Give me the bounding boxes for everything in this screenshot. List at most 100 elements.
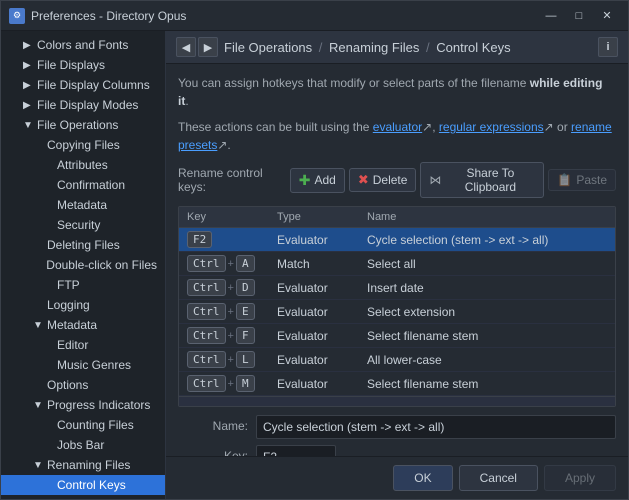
add-button[interactable]: ✚ Add: [290, 168, 345, 193]
ok-button[interactable]: OK: [393, 465, 452, 491]
sidebar-item-logging[interactable]: Logging: [1, 295, 165, 315]
close-button[interactable]: ✕: [594, 6, 620, 26]
paste-button[interactable]: 📋 Paste: [548, 169, 616, 191]
name-cell: Select filename stem: [359, 324, 615, 348]
sidebar-item-ftp[interactable]: FTP: [1, 275, 165, 295]
sidebar-item-double-click[interactable]: Double-click on Files: [1, 255, 165, 275]
name-row: Name:: [178, 415, 616, 439]
bottom-bar: OK Cancel Apply: [166, 456, 628, 499]
maximize-button[interactable]: □: [566, 6, 592, 26]
minimize-button[interactable]: —: [538, 6, 564, 26]
key-box: F: [236, 327, 255, 344]
sidebar-item-deleting-files[interactable]: Deleting Files: [1, 235, 165, 255]
type-cell: Evaluator: [269, 276, 359, 300]
panel-header: ◀ ▶ File Operations / Renaming Files / C…: [166, 31, 628, 64]
key-box: D: [236, 279, 255, 296]
sidebar-item-security[interactable]: Security: [1, 215, 165, 235]
breadcrumb-part1: File Operations: [224, 40, 312, 55]
add-icon: ✚: [299, 172, 311, 189]
key-cell: Ctrl + L: [179, 348, 269, 372]
table-row[interactable]: Ctrl + D Evaluator Insert date: [179, 276, 615, 300]
key-box: Ctrl: [187, 279, 226, 296]
sidebar-item-options[interactable]: Options: [1, 375, 165, 395]
table-row[interactable]: Ctrl + A Match Select all: [179, 252, 615, 276]
paste-icon: 📋: [557, 173, 572, 187]
table-row[interactable]: Ctrl + M Evaluator Select filename stem: [179, 372, 615, 396]
description-text1: You can assign hotkeys that modify or se…: [178, 74, 616, 110]
key-box: M: [236, 375, 255, 392]
key-label: Key:: [178, 445, 248, 456]
description-text2: These actions can be built using the eva…: [178, 118, 616, 154]
table-row[interactable]: Ctrl + E Evaluator Select extension: [179, 300, 615, 324]
sidebar-item-renaming-files[interactable]: ▼ Renaming Files: [1, 455, 165, 475]
sidebar-item-file-operations[interactable]: ▼ File Operations: [1, 115, 165, 135]
key-cell: F2: [179, 228, 269, 252]
key-badge: F2: [187, 231, 212, 248]
breadcrumb-sep2: /: [426, 40, 430, 55]
info-button[interactable]: i: [598, 37, 618, 57]
arrow-icon: ▼: [33, 400, 43, 411]
sidebar-item-editor[interactable]: Editor: [1, 335, 165, 355]
sidebar-item-copying-files[interactable]: Copying Files: [1, 135, 165, 155]
name-field: [256, 415, 616, 439]
arrow-icon: ▼: [23, 120, 33, 131]
nav-back-button[interactable]: ◀: [176, 37, 196, 57]
key-cell: Ctrl + M: [179, 372, 269, 396]
sidebar-item-colors-fonts[interactable]: ▶ Colors and Fonts: [1, 35, 165, 55]
key-badge: Ctrl + A: [187, 255, 255, 272]
type-cell: Evaluator: [269, 228, 359, 252]
cancel-button[interactable]: Cancel: [459, 465, 538, 491]
table-row[interactable]: F2 Evaluator Cycle selection (stem -> ex…: [179, 228, 615, 252]
sidebar-item-file-display-modes[interactable]: ▶ File Display Modes: [1, 95, 165, 115]
form-section: Name: Key: Type:: [178, 415, 616, 456]
key-badge: Ctrl + M: [187, 375, 255, 392]
type-cell: Evaluator: [269, 300, 359, 324]
sidebar-item-metadata[interactable]: Metadata: [1, 195, 165, 215]
table-row[interactable]: Ctrl + L Evaluator All lower-case: [179, 348, 615, 372]
key-input[interactable]: [256, 445, 336, 456]
key-cell: Ctrl + A: [179, 252, 269, 276]
apply-button[interactable]: Apply: [544, 465, 616, 491]
key-box: Ctrl: [187, 327, 226, 344]
sidebar-item-metadata2[interactable]: ▼ Metadata: [1, 315, 165, 335]
toolbar-label: Rename control keys:: [178, 166, 282, 194]
name-cell: Cycle selection (stem -> ext -> all): [359, 228, 615, 252]
sidebar-item-counting-files[interactable]: Counting Files: [1, 415, 165, 435]
key-box: A: [236, 255, 255, 272]
sidebar-item-music-genres[interactable]: Music Genres: [1, 355, 165, 375]
key-badge: Ctrl + L: [187, 351, 255, 368]
delete-button[interactable]: ✖ Delete: [349, 168, 417, 192]
regular-expressions-link[interactable]: regular expressions: [439, 120, 544, 134]
share-clipboard-button[interactable]: ⋈ Share To Clipboard: [420, 162, 544, 198]
key-badge: Ctrl + E: [187, 303, 255, 320]
keys-table-container: Key Type Name F2: [178, 206, 616, 407]
sidebar-item-filtering-sorting[interactable]: ▶ Filtering and Sorting: [1, 495, 165, 499]
name-cell: All lower-case: [359, 348, 615, 372]
key-box: Ctrl: [187, 375, 226, 392]
evaluator-link[interactable]: evaluator: [373, 120, 422, 134]
table-scrollbar-h[interactable]: [179, 396, 615, 406]
nav-arrows: ◀ ▶: [176, 37, 218, 57]
key-box: E: [236, 303, 255, 320]
name-label: Name:: [178, 415, 248, 433]
app-icon: ⚙: [9, 8, 25, 24]
table-row[interactable]: Ctrl + F Evaluator Select filename stem: [179, 324, 615, 348]
name-cell: Select all: [359, 252, 615, 276]
breadcrumb-sep1: /: [319, 40, 323, 55]
arrow-icon: ▶: [23, 80, 33, 91]
key-box: Ctrl: [187, 351, 226, 368]
breadcrumb-part3: Control Keys: [436, 40, 510, 55]
key-cell: Ctrl + D: [179, 276, 269, 300]
name-cell: Select extension: [359, 300, 615, 324]
sidebar-item-jobs-bar[interactable]: Jobs Bar: [1, 435, 165, 455]
sidebar-item-attributes[interactable]: Attributes: [1, 155, 165, 175]
sidebar-item-confirmation[interactable]: Confirmation: [1, 175, 165, 195]
sidebar-item-control-keys[interactable]: Control Keys: [1, 475, 165, 495]
type-cell: Evaluator: [269, 324, 359, 348]
sidebar-item-progress-indicators[interactable]: ▼ Progress Indicators: [1, 395, 165, 415]
name-input[interactable]: [256, 415, 616, 439]
key-box: F2: [187, 231, 212, 248]
sidebar-item-file-display-columns[interactable]: ▶ File Display Columns: [1, 75, 165, 95]
sidebar-item-file-displays[interactable]: ▶ File Displays: [1, 55, 165, 75]
nav-forward-button[interactable]: ▶: [198, 37, 218, 57]
